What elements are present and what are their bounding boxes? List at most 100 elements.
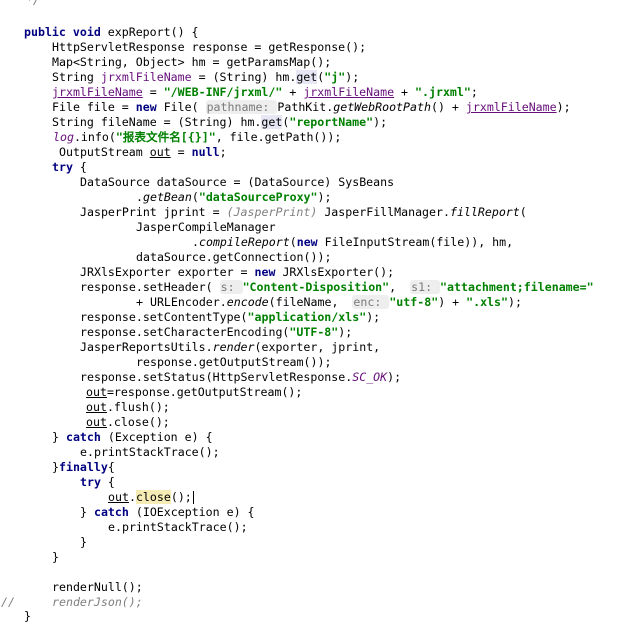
code-line[interactable]: + URLEncoder.encode(fileName, enc: "utf-… <box>136 295 522 310</box>
code-line[interactable]: public void expReport() { <box>24 25 199 40</box>
code-token: "reportName" <box>289 115 374 129</box>
code-token: } <box>52 430 66 444</box>
code-token: .flush(); <box>106 400 170 414</box>
code-token: ); <box>317 190 332 204</box>
code-line[interactable]: .getBean("dataSourceProxy"); <box>136 190 331 205</box>
code-line[interactable]: out.close(); <box>86 415 170 430</box>
code-token: . <box>136 190 143 204</box>
code-line[interactable]: response.setContentType("application/xls… <box>80 310 380 325</box>
code-token: close <box>135 490 171 504</box>
code-token: ); <box>508 295 522 309</box>
code-token: expReport() { <box>107 25 199 39</box>
code-line[interactable]: HttpServletResponse response = getRespon… <box>52 40 366 55</box>
code-line[interactable]: e.printStackTrace(); <box>80 445 220 460</box>
code-line[interactable]: } <box>52 550 59 565</box>
code-token: "/WEB-INF/jrxml/" <box>163 85 283 99</box>
code-token: encode <box>226 295 269 309</box>
code-token: try <box>80 475 108 489</box>
code-token: = (String) hm. <box>191 70 297 84</box>
code-token: } <box>80 535 87 549</box>
code-line[interactable]: } catch (IOException e) { <box>80 505 255 520</box>
code-line[interactable]: */ <box>19 0 40 8</box>
code-token: HttpServletResponse response = getRespon… <box>52 40 367 54</box>
code-line[interactable]: .compileReport(new FileInputStream(file)… <box>192 235 513 250</box>
code-token: dataSource.getConnection()); <box>136 250 332 264</box>
code-line[interactable]: String jrxmlFileName = (String) hm.get("… <box>52 70 359 85</box>
code-token: OutputStream <box>59 145 150 159</box>
code-line[interactable]: JRXlsExporter exporter = new JRXlsExport… <box>80 265 394 280</box>
code-line[interactable]: log.info("报表文件名[{}]", file.getPath()); <box>53 130 341 145</box>
code-token: jrxmlFileName <box>100 70 192 84</box>
code-token: out <box>108 490 129 504</box>
code-line[interactable]: out.close(); <box>108 490 194 505</box>
code-token: PathKit. <box>277 100 334 114</box>
code-token: response.setHeader( <box>80 280 220 294</box>
code-line[interactable]: JasperCompileManager <box>136 220 276 235</box>
code-line[interactable]: out=response.getOutputStream(); <box>86 385 302 400</box>
code-line[interactable]: dataSource.getConnection()); <box>136 250 331 265</box>
code-token: fillReport <box>449 205 520 219</box>
code-token: { <box>107 475 115 489</box>
code-line[interactable]: File file = new File( pathname: PathKit.… <box>52 100 571 115</box>
code-line[interactable]: try { <box>80 475 115 490</box>
code-token: response.getOutputStream()); <box>136 355 332 369</box>
code-line[interactable]: } catch (Exception e) { <box>52 430 213 445</box>
code-token: catch <box>65 430 108 444</box>
code-token: JasperCompileManager <box>136 220 276 234</box>
code-line[interactable]: response.setStatus(HttpServletResponse.S… <box>80 370 401 385</box>
code-token: (JasperPrint) <box>226 205 325 219</box>
code-token: ); <box>366 310 381 324</box>
code-line[interactable]: renderJson(); <box>52 595 143 610</box>
code-token: ; <box>219 145 227 159</box>
code-token: compileReport <box>198 235 290 249</box>
code-line[interactable]: }finally{ <box>52 460 115 475</box>
code-token: jrxmlFileName <box>303 85 395 99</box>
code-token: .info( <box>73 130 116 144</box>
code-token: .close(); <box>106 415 170 429</box>
code-token: ); <box>338 325 353 339</box>
code-token: e.printStackTrace(); <box>108 520 248 534</box>
code-token: DataSource dataSource = (DataSource) Sys… <box>80 175 395 189</box>
code-line[interactable]: response.setCharacterEncoding("UTF-8"); <box>80 325 352 340</box>
code-token: "Content-Disposition" <box>242 280 390 294</box>
code-line[interactable]: e.printStackTrace(); <box>108 520 248 535</box>
code-token: render <box>212 340 255 354</box>
code-line[interactable]: out.flush(); <box>86 400 170 415</box>
code-line[interactable]: } <box>80 535 87 550</box>
code-token: =response.getOutputStream(); <box>106 385 303 399</box>
code-token: ( <box>519 205 527 219</box>
code-token: { <box>107 460 115 474</box>
code-line[interactable]: String fileName = (String) hm.get("repor… <box>52 115 387 130</box>
code-line[interactable]: response.getOutputStream()); <box>136 355 331 370</box>
code-line[interactable]: DataSource dataSource = (DataSource) Sys… <box>80 175 394 190</box>
code-token: response.setCharacterEncoding( <box>80 325 290 339</box>
code-token: void <box>72 25 108 39</box>
code-token: out <box>149 145 171 159</box>
code-token: } <box>52 460 59 474</box>
code-token: ) + <box>438 295 467 309</box>
code-token: File file = <box>52 100 136 114</box>
code-token: public <box>24 25 73 39</box>
code-token: jrxmlFileName <box>52 85 143 99</box>
code-line[interactable]: response.setHeader( s: "Content-Disposit… <box>80 280 594 295</box>
code-token: ); <box>387 370 402 384</box>
code-token: JRXlsExporter(); <box>282 265 395 279</box>
code-line[interactable]: JasperPrint jprint = (JasperPrint) Jaspe… <box>80 205 527 220</box>
code-token: new <box>135 100 164 114</box>
code-line[interactable]: JasperReportsUtils.render(exporter, jpri… <box>80 340 380 355</box>
code-token: (exporter, jprint, <box>254 340 381 354</box>
code-token: (IOException e) { <box>135 505 255 519</box>
code-line[interactable]: OutputStream out = null; <box>59 145 227 160</box>
code-token: JasperFillManager. <box>324 205 450 219</box>
code-token: getBean <box>142 190 192 204</box>
code-line[interactable]: renderNull(); <box>52 580 143 595</box>
code-token: s: <box>219 280 243 294</box>
code-line[interactable]: try { <box>52 160 87 175</box>
code-line[interactable]: jrxmlFileName = "/WEB-INF/jrxml/" + jrxm… <box>52 85 478 100</box>
code-line[interactable]: Map<String, Object> hm = getParamsMap(); <box>52 55 331 70</box>
gutter-comment-marker: // <box>1 595 15 609</box>
code-editor[interactable]: */ public void expReport() { HttpServlet… <box>0 0 630 623</box>
code-token: enc: <box>352 295 390 309</box>
code-token: e.printStackTrace(); <box>80 445 220 459</box>
code-line[interactable]: } <box>24 609 31 624</box>
